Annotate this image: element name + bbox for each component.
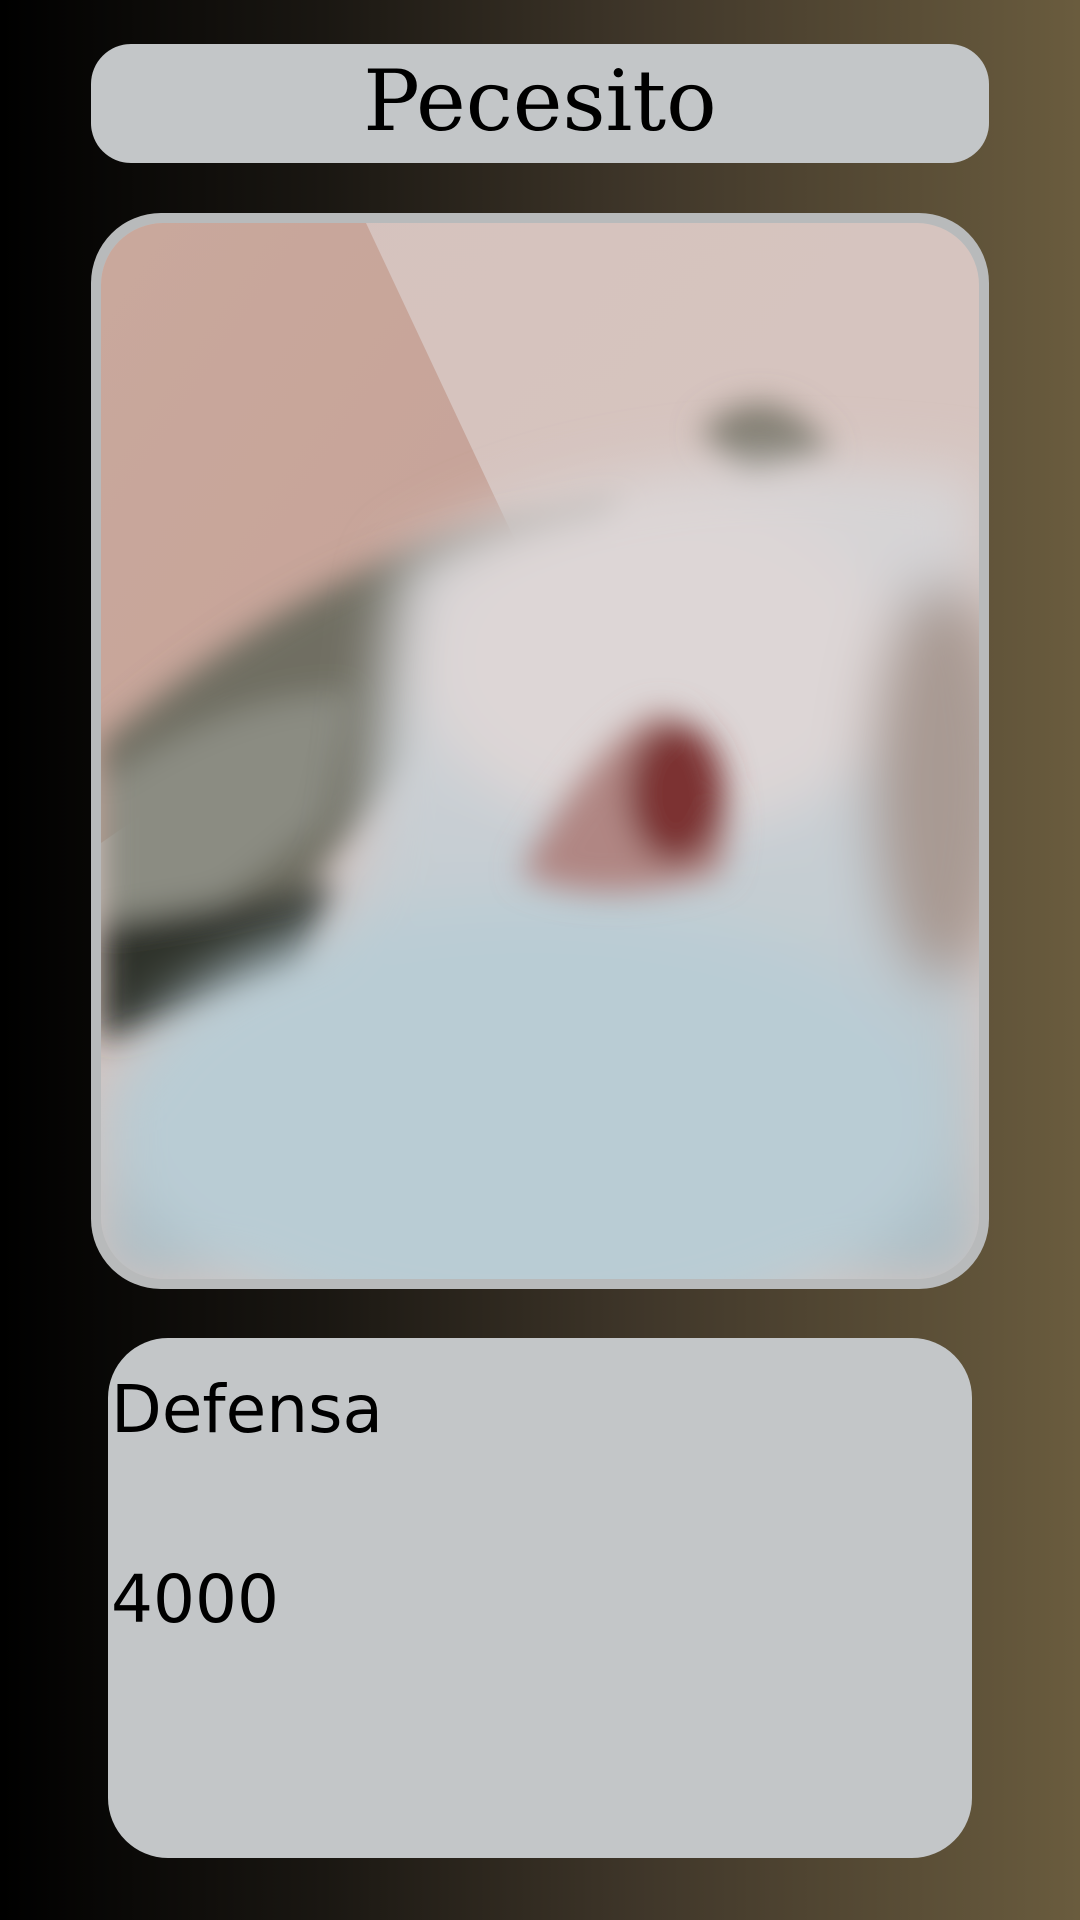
title-card: Pecesito: [91, 44, 989, 163]
cat-photo: [101, 223, 979, 1279]
stat-label-defensa: Defensa: [111, 1371, 383, 1448]
stats-card: Defensa 4000: [108, 1338, 972, 1858]
stat-value-defensa: 4000: [111, 1561, 279, 1638]
cat-photo-image: [101, 223, 979, 1279]
photo-frame: [91, 213, 989, 1289]
card-title: Pecesito: [363, 51, 717, 150]
